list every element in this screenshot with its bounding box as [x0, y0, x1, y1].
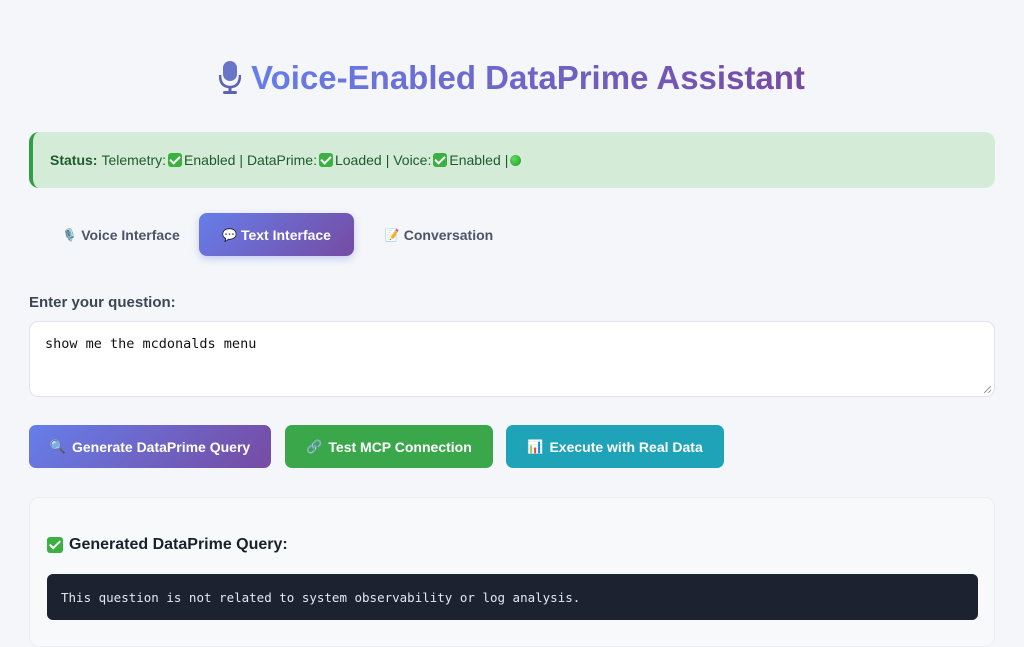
tab-voice-interface[interactable]: 🎙️ Voice Interface: [45, 213, 197, 256]
check-icon: [318, 153, 333, 167]
magnifier-icon: 🔍: [49, 438, 66, 454]
telemetry-label: Telemetry:: [101, 152, 167, 168]
button-label: Generate DataPrime Query: [71, 438, 251, 455]
test-mcp-button[interactable]: 🔗 Test MCP Connection: [285, 425, 493, 468]
result-card: Generated DataPrime Query: This question…: [29, 497, 995, 647]
check-icon: [47, 537, 63, 553]
question-input-value: show me the mcdonalds menu: [45, 336, 257, 352]
memo-icon: 📝: [384, 227, 400, 242]
microphone-icon: [219, 61, 242, 94]
page: Voice-Enabled DataPrime Assistant Status…: [29, 0, 995, 647]
check-icon: [433, 153, 448, 167]
check-icon: [168, 153, 183, 167]
link-icon: 🔗: [306, 438, 323, 454]
page-title-text: Voice-Enabled DataPrime Assistant: [251, 59, 805, 96]
tab-label: Voice Interface: [81, 226, 180, 243]
generate-query-button[interactable]: 🔍 Generate DataPrime Query: [29, 425, 271, 468]
voice-value: Enabled: [449, 152, 501, 168]
execute-real-data-button[interactable]: 📊 Execute with Real Data: [506, 425, 724, 468]
telemetry-value: Enabled: [184, 152, 236, 168]
tab-text-interface[interactable]: 💬 Text Interface: [199, 213, 354, 256]
query-code-block: This question is not related to system o…: [47, 574, 978, 620]
query-code-text: This question is not related to system o…: [61, 589, 581, 605]
tab-conversation[interactable]: 📝 Conversation: [369, 213, 509, 256]
dataprime-label: | DataPrime:: [239, 152, 317, 168]
question-input[interactable]: show me the mcdonalds menu: [29, 321, 995, 397]
status-label: Status:: [50, 152, 98, 168]
result-title: Generated DataPrime Query:: [47, 536, 288, 554]
resize-handle[interactable]: [984, 386, 991, 393]
button-label: Test MCP Connection: [328, 438, 472, 455]
result-title-text: Generated DataPrime Query:: [69, 536, 288, 553]
speech-bubble-icon: 💬: [222, 227, 237, 242]
bar-chart-icon: 📊: [527, 438, 544, 454]
tab-label: Conversation: [403, 226, 494, 243]
voice-label: | Voice:: [385, 152, 432, 168]
status-banner: Status: Telemetry: Enabled | DataPrime: …: [29, 132, 995, 188]
page-title: Voice-Enabled DataPrime Assistant: [29, 56, 995, 100]
question-label: Enter your question:: [29, 294, 176, 311]
dataprime-value: Loaded: [334, 152, 382, 168]
green-dot-icon: [510, 154, 522, 166]
tab-label: Text Interface: [240, 226, 331, 243]
microphone-icon: 🎙️: [62, 227, 78, 242]
button-label: Execute with Real Data: [549, 438, 703, 455]
status-separator: |: [504, 152, 509, 168]
